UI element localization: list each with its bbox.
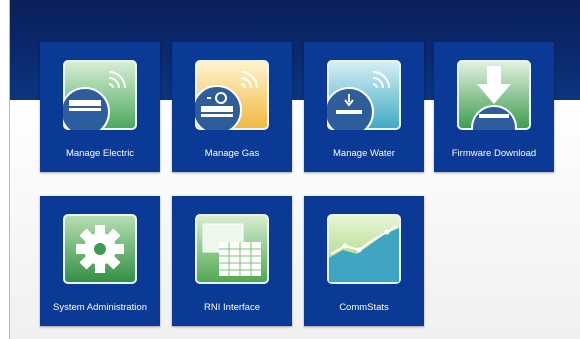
left-border — [0, 0, 10, 339]
tile-commstats[interactable]: CommStats — [304, 196, 424, 326]
tile-system-administration[interactable]: System Administration — [40, 196, 160, 326]
download-icon — [457, 60, 531, 130]
tile-label: Firmware Download — [451, 148, 537, 159]
tile-rni-interface[interactable]: RNI Interface — [172, 196, 292, 326]
spreadsheet-icon — [195, 214, 269, 284]
tile-manage-gas[interactable]: Manage Gas — [172, 42, 292, 172]
line-chart-icon — [327, 214, 401, 284]
tile-manage-electric[interactable]: Manage Electric — [40, 42, 160, 172]
tile-label: Manage Electric — [65, 148, 135, 159]
tile-label: Manage Water — [333, 148, 395, 159]
app-page: Manage Electric Manage Gas Manage Water … — [0, 0, 580, 339]
tile-label: Manage Gas — [204, 148, 260, 159]
tile-label: CommStats — [339, 302, 389, 313]
tile-label: System Administration — [53, 302, 147, 313]
tile-firmware-download[interactable]: Firmware Download — [434, 42, 554, 172]
tile-label: RNI Interface — [204, 302, 260, 313]
water-meter-icon — [327, 60, 401, 130]
electric-meter-icon — [63, 60, 137, 130]
gas-meter-icon — [195, 60, 269, 130]
tile-manage-water[interactable]: Manage Water — [304, 42, 424, 172]
gear-icon — [63, 214, 137, 284]
